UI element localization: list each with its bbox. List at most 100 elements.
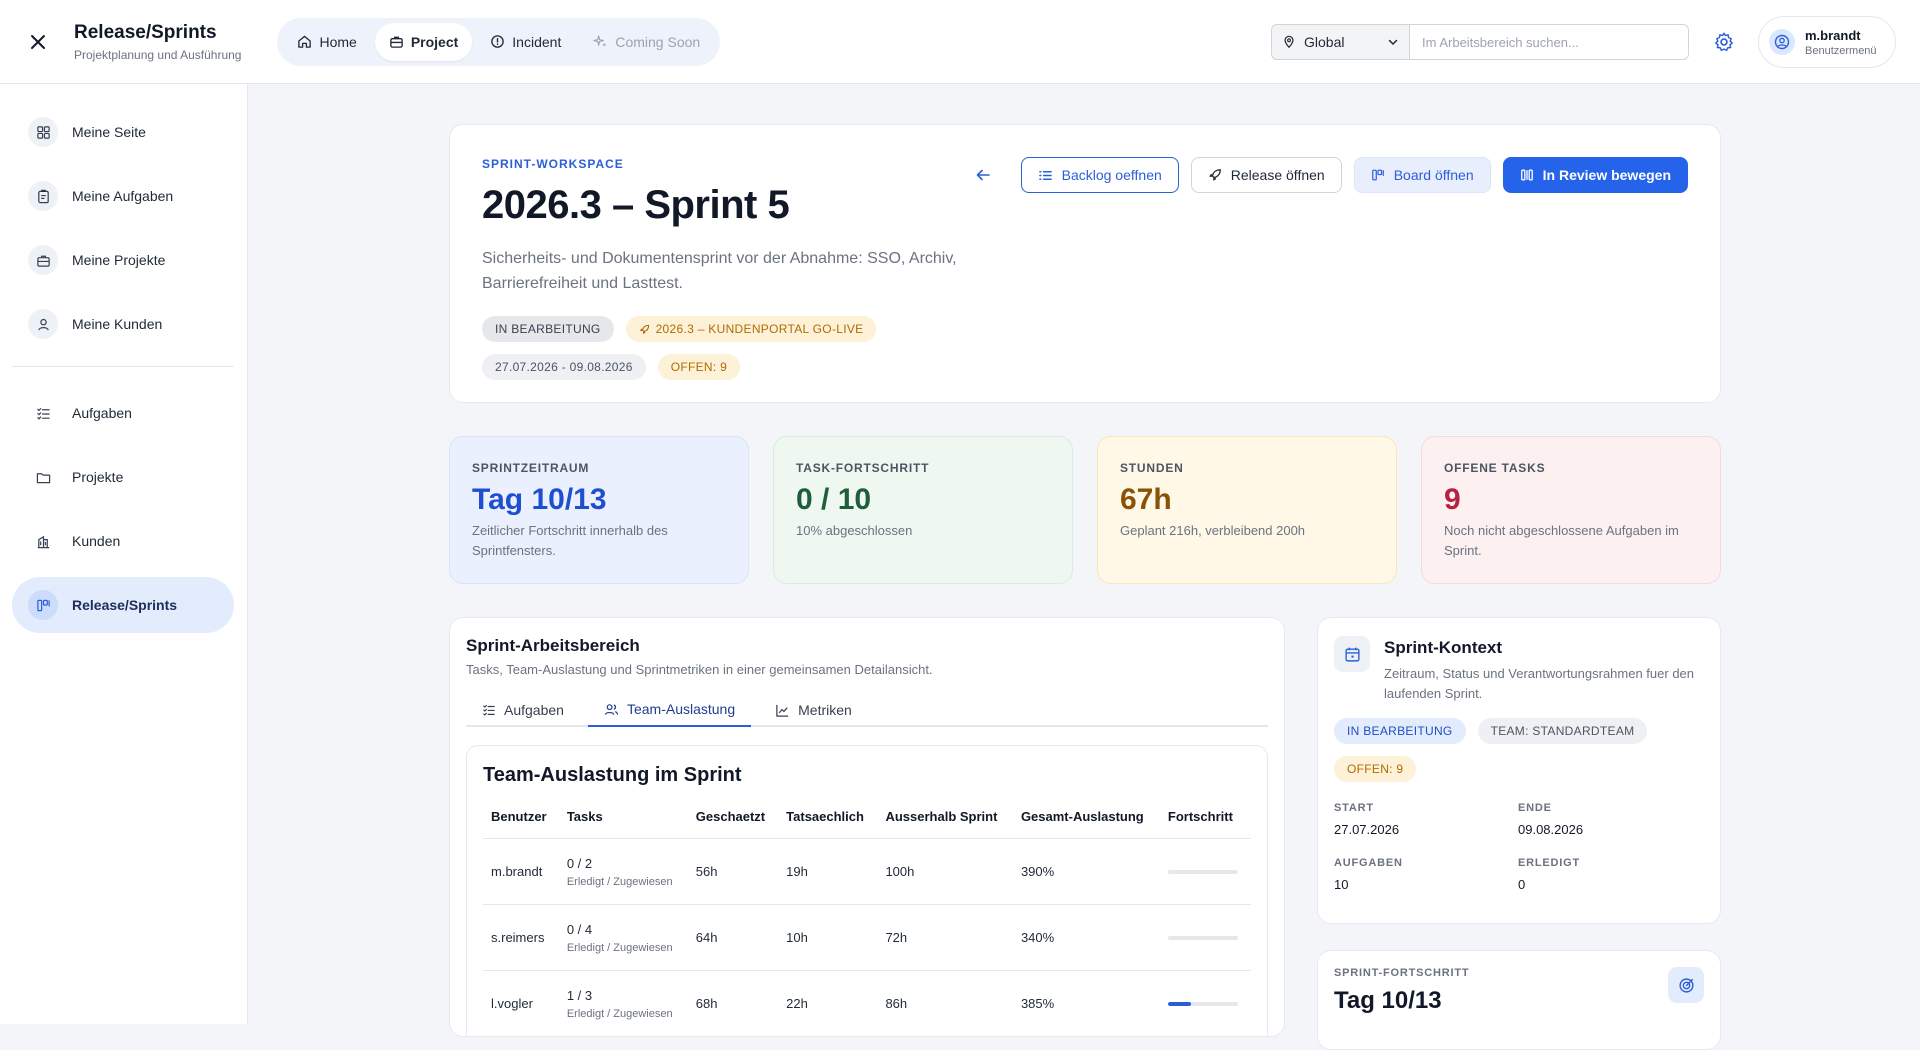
actual-cell: 19h xyxy=(778,838,878,905)
stat-description: Zeitlicher Fortschritt innerhalb des Spr… xyxy=(472,523,668,558)
tasks-caption: Erledigt / Zugewiesen xyxy=(566,941,673,954)
tab-metriken[interactable]: Metriken xyxy=(759,693,868,727)
total-load-cell: 385% xyxy=(1012,970,1160,1036)
open-backlog-label: Backlog oeffnen xyxy=(1061,167,1162,183)
move-to-review-button[interactable]: In Review bewegen xyxy=(1502,157,1688,193)
tab-label: Aufgaben xyxy=(504,702,564,718)
sidebar-item-projekte[interactable]: Projekte xyxy=(12,449,234,505)
tab-aufgaben[interactable]: Aufgaben xyxy=(466,693,580,727)
sidebar-divider xyxy=(12,366,234,367)
dashboard-icon xyxy=(28,117,58,147)
progress-bar xyxy=(1167,869,1238,874)
scope-select[interactable]: Global xyxy=(1271,24,1409,60)
scope-value: Global xyxy=(1304,34,1345,50)
stat-label: STUNDEN xyxy=(1120,461,1184,475)
columns-icon xyxy=(1520,169,1533,181)
arrow-left-icon xyxy=(976,169,990,181)
rocket-icon xyxy=(1209,169,1221,181)
close-button[interactable] xyxy=(22,26,54,58)
sprint-context-card: Sprint-Kontext Zeitraum, Status und Vera… xyxy=(1317,617,1721,924)
tab-label: Team-Auslastung xyxy=(626,701,736,717)
stat-card-task-fortschritt: TASK-FORTSCHRITT 0 / 10 10% abgeschlosse… xyxy=(773,436,1073,584)
tasks-cell: 0 / 2 Erledigt / Zugewiesen xyxy=(558,838,688,905)
open-board-button[interactable]: Board öffnen xyxy=(1353,157,1491,193)
stat-label: TASK-FORTSCHRITT xyxy=(796,461,930,475)
date-range-badge: 27.07.2026 - 09.08.2026 xyxy=(482,354,646,380)
nav-coming-soon[interactable]: Coming Soon xyxy=(579,23,714,61)
settings-button[interactable] xyxy=(1710,28,1738,56)
tasks-count: 0 / 4 xyxy=(566,921,593,937)
sidebar-item-meine-seite[interactable]: Meine Seite xyxy=(12,104,234,160)
tasks-count: 0 / 2 xyxy=(566,855,593,871)
stat-card-stunden: STUNDEN 67h Geplant 216h, verbleibend 20… xyxy=(1097,436,1397,584)
sidebar-item-kunden[interactable]: Kunden xyxy=(12,513,234,569)
outside-sprint-cell: 72h xyxy=(877,904,1013,971)
table-row[interactable]: s.reimers 0 / 4 Erledigt / Zugewiesen 64… xyxy=(483,904,1251,971)
home-icon xyxy=(297,34,312,49)
sprint-description: Sicherheits- und Dokumentensprint vor de… xyxy=(482,250,957,292)
sidebar-item-label: Projekte xyxy=(72,469,124,485)
stat-value: 0 / 10 xyxy=(796,483,872,516)
kanban-icon xyxy=(1371,169,1384,181)
sidebar-item-release-sprints[interactable]: Release/Sprints xyxy=(12,577,234,633)
avatar xyxy=(1769,29,1795,55)
back-button[interactable] xyxy=(967,159,999,191)
hero-badges: IN BEARBEITUNG 2026.3 – KUNDENPORTAL GO-… xyxy=(482,316,1688,342)
stat-card-offene-tasks: OFFENE TASKS 9 Noch nicht abgeschlossene… xyxy=(1421,436,1721,584)
progress-value: Tag 10/13 xyxy=(1334,987,1442,1014)
column-header: Benutzer xyxy=(483,809,559,839)
field-start: START 27.07.2026 xyxy=(1334,802,1518,837)
table-row[interactable]: l.vogler 1 / 3 Erledigt / Zugewiesen 68h… xyxy=(483,970,1251,1036)
sprint-workarea: Sprint-Arbeitsbereich Tasks, Team-Auslas… xyxy=(449,617,1285,1037)
team-badge: TEAM: STANDARDTEAM xyxy=(1477,718,1648,744)
stat-value: Tag 10/13 xyxy=(472,483,607,516)
workarea-tabs: Aufgaben Team-Auslastung Metriken xyxy=(466,693,1268,727)
sidebar-item-label: Meine Projekte xyxy=(72,252,166,268)
sparkle-icon xyxy=(593,34,608,49)
estimated-cell: 68h xyxy=(687,970,779,1036)
stat-value: 67h xyxy=(1120,483,1172,516)
team-load-table: Benutzer Tasks Geschaetzt Tatsaechlich A… xyxy=(483,809,1251,1036)
tab-team-auslastung[interactable]: Team-Auslastung xyxy=(587,693,752,727)
field-key: START xyxy=(1334,802,1374,814)
nav-project[interactable]: Project xyxy=(374,22,473,61)
total-load-cell: 390% xyxy=(1012,838,1160,905)
sidebar-item-aufgaben[interactable]: Aufgaben xyxy=(12,385,234,441)
context-title: Sprint-Kontext xyxy=(1384,638,1503,657)
column-header: Gesamt-Auslastung xyxy=(1012,809,1160,839)
release-badge[interactable]: 2026.3 – KUNDENPORTAL GO-LIVE xyxy=(625,316,877,342)
map-pin-icon xyxy=(1284,35,1294,49)
status-badge: IN BEARBEITUNG xyxy=(1334,718,1466,744)
sidebar-item-label: Kunden xyxy=(72,533,121,549)
sidebar-item-meine-kunden[interactable]: Meine Kunden xyxy=(12,296,234,352)
user-menu-label: Benutzermenü xyxy=(1805,44,1877,57)
search-bar: Global xyxy=(1271,24,1689,60)
brand: Release/Sprints Projektplanung und Ausfü… xyxy=(74,22,241,62)
open-count-badge: OFFEN: 9 xyxy=(657,354,741,380)
open-backlog-button[interactable]: Backlog oeffnen xyxy=(1020,157,1179,193)
nav-incident[interactable]: Incident xyxy=(476,23,575,61)
search-input[interactable] xyxy=(1409,24,1689,60)
sidebar-item-meine-aufgaben[interactable]: Meine Aufgaben xyxy=(12,168,234,224)
progress-bar xyxy=(1167,935,1238,940)
estimated-cell: 64h xyxy=(687,904,779,971)
sidebar-item-meine-projekte[interactable]: Meine Projekte xyxy=(12,232,234,288)
nav-home-label: Home xyxy=(319,33,357,50)
field-ende: ENDE 09.08.2026 xyxy=(1518,802,1702,837)
sidebar-item-label: Aufgaben xyxy=(72,405,132,421)
user-name: m.brandt xyxy=(1805,27,1861,43)
tab-label: Metriken xyxy=(798,702,852,718)
open-release-button[interactable]: Release öffnen xyxy=(1190,157,1342,193)
folder-icon xyxy=(28,462,58,492)
progress-bar xyxy=(1167,1001,1238,1006)
user-cell: m.brandt xyxy=(483,838,559,905)
total-load-cell: 340% xyxy=(1012,904,1160,971)
table-row[interactable]: m.brandt 0 / 2 Erledigt / Zugewiesen 56h… xyxy=(483,838,1251,905)
user-menu[interactable]: m.brandt Benutzermenü xyxy=(1758,16,1896,68)
sprint-hero-card: SPRINT-WORKSPACE 2026.3 – Sprint 5 Siche… xyxy=(449,124,1721,403)
kanban-icon xyxy=(28,590,58,620)
app-title: Release/Sprints xyxy=(74,21,217,43)
nav-home[interactable]: Home xyxy=(283,23,370,61)
line-chart-icon xyxy=(776,704,789,717)
context-subtitle: Zeitraum, Status und Verantwortungsrahme… xyxy=(1384,666,1695,701)
